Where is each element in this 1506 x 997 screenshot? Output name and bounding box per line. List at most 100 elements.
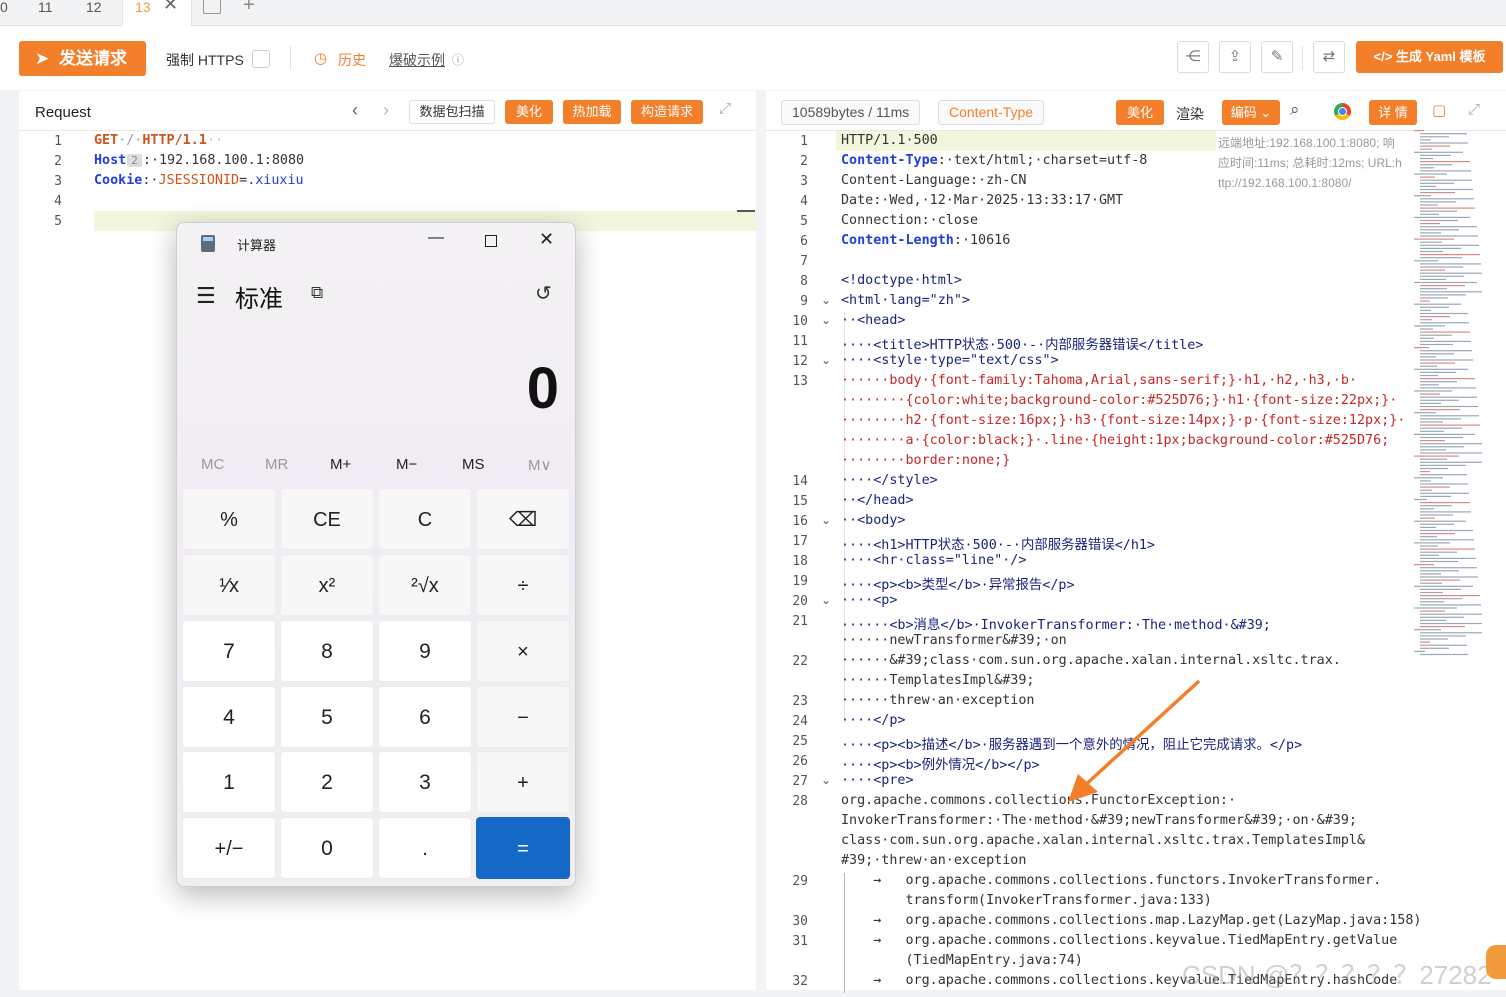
memory-button[interactable]: MS [462, 456, 485, 473]
help-icon[interactable]: ⓘ [452, 51, 464, 68]
digit-1-key[interactable]: 1 [182, 751, 276, 813]
add-tab-icon[interactable]: + [243, 0, 255, 17]
keep-on-top-icon[interactable]: ⧉ [311, 283, 323, 303]
chrome-icon[interactable] [1334, 103, 1351, 120]
response-line: Date:·Wed,·12·Mar·2025·13:33:17·GMT [841, 193, 1123, 208]
line-text: ··</head> [841, 493, 914, 508]
chevron-right-icon[interactable]: › [383, 100, 389, 121]
digit-8-key[interactable]: 8 [280, 620, 374, 682]
beautify-button[interactable]: 美化 [1116, 100, 1164, 125]
digit-0-key[interactable]: 0 [280, 817, 374, 879]
save-icon[interactable] [203, 0, 221, 14]
memory-button[interactable]: MR [265, 456, 288, 473]
edit-icon[interactable]: ✎ [1261, 41, 1293, 73]
minimap[interactable] [1412, 130, 1482, 660]
minimize-icon[interactable]: — [428, 229, 444, 247]
tab-label: 13 [135, 0, 151, 15]
swap-icon[interactable]: ⇄ [1313, 41, 1345, 73]
fold-chevron-icon[interactable]: ⌄ [818, 593, 834, 607]
line-text: :·10616 [953, 233, 1011, 248]
digit-6-key[interactable]: 6 [378, 686, 472, 748]
fold-chevron-icon[interactable]: ⌄ [818, 353, 834, 367]
expand-icon[interactable]: ⤢ [1468, 101, 1480, 118]
search-icon[interactable]: ⌕ [1290, 100, 1300, 120]
example-link[interactable]: 爆破示例 [389, 50, 445, 70]
response-line: ········h2·{font-size:16px;}·h3·{font-si… [841, 413, 1405, 428]
line-number: 3 [800, 174, 808, 189]
digit-7-key[interactable]: 7 [182, 620, 276, 682]
line-text: ····<hr·class="line"·/> [841, 553, 1027, 568]
share-icon[interactable]: ⋲ [1177, 41, 1209, 73]
chevron-left-icon[interactable]: ‹ [352, 100, 358, 121]
content-type-badge[interactable]: Content-Type [938, 100, 1045, 125]
maximize-icon[interactable] [485, 235, 497, 247]
digit-3-key[interactable]: 3 [378, 751, 472, 813]
hotload-button[interactable]: 热加载 [563, 100, 621, 124]
packet-scan-button[interactable]: 数据包扫描 [409, 100, 495, 124]
whitespace: ·· [206, 133, 223, 148]
square-key[interactable]: x² [280, 554, 374, 616]
response-line: ··</head> [841, 493, 914, 508]
digit-9-key[interactable]: 9 [378, 620, 472, 682]
line-text: ····<p> [841, 593, 898, 608]
decimal-key[interactable]: . [378, 817, 472, 879]
tab-12[interactable]: 12 [86, 0, 116, 26]
line-text: Connection:·close [841, 213, 979, 228]
line-number: 1 [54, 134, 62, 149]
menu-icon[interactable]: ☰ [196, 283, 216, 309]
memory-button[interactable]: M∨ [528, 456, 551, 474]
subtract-key[interactable]: − [476, 686, 570, 748]
fold-chevron-icon[interactable]: ⌄ [818, 513, 834, 527]
response-line: <html·lang="zh"> [841, 293, 970, 308]
response-line: Content-Language:·zh-CN [841, 173, 1026, 188]
export-icon[interactable]: ⇪ [1219, 41, 1251, 73]
response-line: Content-Type:·text/html;·charset=utf-8 [841, 153, 1147, 168]
multiply-key[interactable]: × [476, 620, 570, 682]
expand-icon[interactable]: ⤢ [719, 100, 731, 117]
comment-icon[interactable]: ▢ [1432, 101, 1446, 119]
fold-chevron-icon[interactable]: ⌄ [818, 773, 834, 787]
close-icon[interactable]: ✕ [539, 229, 554, 250]
https-checkbox[interactable] [252, 50, 270, 68]
clear-entry-key[interactable]: CE [280, 488, 374, 550]
reciprocal-key[interactable]: ¹⁄x [182, 554, 276, 616]
add-key[interactable]: + [476, 751, 570, 813]
response-line: → org.apache.commons.collections.functor… [841, 873, 1381, 888]
line-text: <html·lang="zh"> [841, 293, 970, 308]
response-line: ······body·{font-family:Tahoma,Arial,san… [841, 373, 1357, 388]
construct-request-button[interactable]: 构造请求 [631, 100, 703, 124]
tab-13[interactable]: 13 ✕ [122, 0, 192, 26]
beautify-button[interactable]: 美化 [505, 100, 553, 124]
yaml-template-button[interactable]: </> 生成 Yaml 模板 [1356, 41, 1503, 73]
yaml-label: 生成 Yaml 模板 [1395, 49, 1486, 64]
memory-button[interactable]: M− [396, 456, 417, 473]
digit-2-key[interactable]: 2 [280, 751, 374, 813]
divide-key[interactable]: ÷ [476, 554, 570, 616]
percent-key[interactable]: % [182, 488, 276, 550]
digit-5-key[interactable]: 5 [280, 686, 374, 748]
history-link[interactable]: 历史 [338, 50, 366, 70]
square-root-key[interactable]: ²√x [378, 554, 472, 616]
chevron-down-icon: ⌄ [1260, 105, 1272, 120]
memory-button[interactable]: M+ [330, 456, 351, 473]
tab-0[interactable]: 0 [0, 0, 12, 26]
tab-11[interactable]: 11 [38, 0, 68, 26]
fold-chevron-icon[interactable]: ⌄ [818, 293, 834, 307]
detail-button[interactable]: 详 情 [1369, 100, 1417, 125]
response-line: ····<p><b>类型</b>·异常报告</p> [841, 573, 1075, 593]
clear-key[interactable]: C [378, 488, 472, 550]
history-icon[interactable]: ↺ [535, 281, 552, 306]
line-number: 9 [800, 294, 808, 309]
digit-4-key[interactable]: 4 [182, 686, 276, 748]
close-icon[interactable]: ✕ [163, 0, 178, 13]
memory-button[interactable]: MC [201, 456, 224, 473]
equals-key[interactable]: = [476, 817, 570, 879]
backspace-key[interactable]: ⌫ [476, 488, 570, 550]
fold-chevron-icon[interactable]: ⌄ [818, 313, 834, 327]
encode-dropdown[interactable]: 编码 ⌄ [1222, 100, 1280, 125]
render-button[interactable]: 渲染 [1176, 104, 1204, 124]
line-text: Content-Language:·zh-CN [841, 173, 1027, 188]
negate-key[interactable]: +/− [182, 817, 276, 879]
cookie-name: JSESSIONID [158, 173, 240, 188]
send-request-button[interactable]: ➤ 发送请求 [19, 41, 146, 76]
